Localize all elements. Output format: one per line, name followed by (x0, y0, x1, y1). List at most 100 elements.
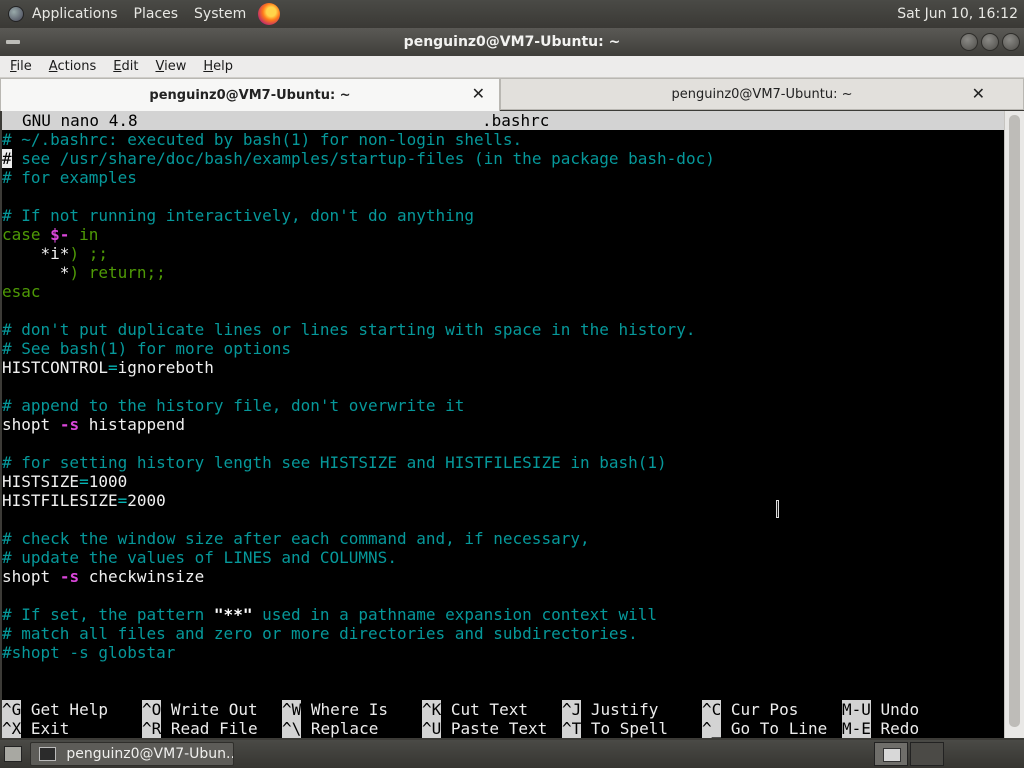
applications-menu-icon[interactable] (8, 6, 24, 22)
shortcut-label: Cur Pos (721, 700, 799, 719)
shortcut-label: Paste Text (441, 719, 548, 738)
shortcut-key: ^_ (702, 719, 722, 738)
shortcut-key: ^G (2, 700, 22, 719)
shortcut-replace: ^\ Replace (282, 719, 378, 738)
editor-line: # append to the history file, don't over… (2, 396, 465, 415)
terminal-icon (39, 747, 57, 761)
shortcut-key: ^T (562, 719, 582, 738)
shortcut-key: M-E (842, 719, 871, 738)
nano-version: GNU nano 4.8 (22, 111, 138, 130)
shortcut-label: Replace (301, 719, 379, 738)
applications-menu[interactable]: Applications (24, 0, 126, 28)
shortcut-key: ^C (702, 700, 722, 719)
editor-line: # see /usr/share/doc/bash/examples/start… (2, 149, 715, 168)
editor-line: # If set, the pattern "**" used in a pat… (2, 605, 658, 624)
shortcut-label: Exit (21, 719, 70, 738)
shortcut-paste-text: ^U Paste Text (422, 719, 547, 738)
clock[interactable]: Sat Jun 10, 16:12 (897, 0, 1018, 28)
firefox-icon[interactable] (258, 3, 281, 25)
system-menu[interactable]: System (186, 0, 254, 28)
shortcut-label: Where Is (301, 700, 388, 719)
editor-line: # update the values of LINES and COLUMNS… (2, 548, 397, 567)
minimize-button[interactable] (960, 33, 978, 51)
editor-line: HISTFILESIZE=2000 (2, 491, 166, 510)
shortcut-justify: ^J Justify (562, 700, 658, 719)
editor-line: *) return;; (59, 263, 166, 282)
tab-terminal-1[interactable]: penguinz0@VM7-Ubuntu: ~ ✕ (0, 78, 500, 111)
shortcut-to-spell: ^T To Spell (562, 719, 668, 738)
shortcut-label: Redo (870, 719, 920, 738)
shortcut-key: M-U (842, 700, 871, 719)
editor-line: # If not running interactively, don't do… (2, 206, 475, 225)
shortcut-key: ^X (2, 719, 22, 738)
nano-header: GNU nano 4.8 .bashrc (2, 111, 1004, 130)
menubar: File Actions Edit View Help (0, 56, 1024, 78)
shortcut-write-out: ^O Write Out (142, 700, 258, 719)
shortcut-label: Go To Line (721, 719, 828, 738)
shortcut-undo: M-U Undo (842, 700, 919, 719)
shortcut-label: Cut Text (441, 700, 528, 719)
editor-line: case $- in (2, 225, 99, 244)
terminal-area[interactable]: GNU nano 4.8 .bashrc # ~/.bashrc: execut… (2, 111, 1004, 738)
shortcut-redo: M-E Redo (842, 719, 919, 738)
editor-line: # check the window size after each comma… (2, 529, 590, 548)
shortcut-cur-pos: ^C Cur Pos (702, 700, 798, 719)
editor-line: # match all files and zero or more direc… (2, 624, 638, 643)
editor-line: # for setting history length see HISTSIZ… (2, 453, 667, 472)
editor-line: # for examples (2, 168, 137, 187)
editor-line: *i*) ;; (40, 244, 108, 263)
tab-terminal-2[interactable]: penguinz0@VM7-Ubuntu: ~ ✕ (500, 78, 1024, 110)
menu-edit[interactable]: Edit (103, 59, 145, 74)
shortcut-read-file: ^R Read File (142, 719, 258, 738)
show-desktop-icon[interactable] (4, 746, 22, 762)
workspace-1[interactable] (874, 742, 908, 766)
editor-line: # ~/.bashrc: executed by bash(1) for non… (2, 130, 523, 149)
shortcut-exit: ^X Exit (2, 719, 69, 738)
places-menu[interactable]: Places (126, 0, 187, 28)
shortcut-key: ^\ (282, 719, 302, 738)
top-panel: Applications Places System Sat Jun 10, 1… (0, 0, 1024, 28)
editor-line: HISTSIZE=1000 (2, 472, 128, 491)
workspace-2[interactable] (910, 742, 944, 766)
shortcut-get-help: ^G Get Help (2, 700, 108, 719)
maximize-button[interactable] (981, 33, 999, 51)
shortcut-label: Undo (870, 700, 920, 719)
terminal-scrollbar[interactable] (1004, 111, 1024, 738)
shortcut-go-to-line: ^_ Go To Line (702, 719, 827, 738)
editor-line: # don't put duplicate lines or lines sta… (2, 320, 696, 339)
nano-shortcuts: ^G Get Help ^X Exit ^O Write Out ^R Read Fi… (2, 700, 1004, 738)
scrollbar-thumb[interactable] (1009, 115, 1020, 727)
window-title: penguinz0@VM7-Ubuntu: ~ (403, 34, 621, 50)
shortcut-label: Read File (161, 719, 258, 738)
shortcut-key: ^J (562, 700, 582, 719)
tab-bar: penguinz0@VM7-Ubuntu: ~ ✕ penguinz0@VM7-… (0, 78, 1024, 111)
editor-line: HISTCONTROL=ignoreboth (2, 358, 214, 377)
shortcut-label: Justify (581, 700, 659, 719)
close-tab-icon[interactable]: ✕ (972, 86, 985, 102)
bottom-panel: penguinz0@VM7-Ubun... (0, 740, 1024, 768)
editor-line: shopt -s checkwinsize (2, 567, 205, 586)
shortcut-label: To Spell (581, 719, 668, 738)
editor-line: # See bash(1) for more options (2, 339, 291, 358)
shortcut-key: ^O (142, 700, 162, 719)
nano-filename: .bashrc (482, 111, 550, 130)
close-tab-icon[interactable]: ✕ (472, 86, 485, 102)
editor-line: esac (2, 282, 41, 301)
menu-file[interactable]: File (0, 59, 39, 74)
shortcut-label: Write Out (161, 700, 258, 719)
shortcut-key: ^U (422, 719, 442, 738)
menu-actions[interactable]: Actions (39, 59, 104, 74)
taskbar-terminal-button[interactable]: penguinz0@VM7-Ubun... (30, 742, 234, 766)
editor-line: shopt -s histappend (2, 415, 186, 434)
editor-line: #shopt -s globstar (2, 643, 176, 662)
close-window-button[interactable] (1002, 33, 1020, 51)
shortcut-key: ^W (282, 700, 302, 719)
tab-label: penguinz0@VM7-Ubuntu: ~ (149, 87, 351, 103)
text-cursor-icon (774, 500, 782, 518)
menu-view[interactable]: View (145, 59, 193, 74)
shortcut-cut-text: ^K Cut Text (422, 700, 528, 719)
taskbar-label: penguinz0@VM7-Ubun... (66, 746, 233, 762)
menu-help[interactable]: Help (193, 59, 240, 74)
window-titlebar[interactable]: penguinz0@VM7-Ubuntu: ~ (0, 28, 1024, 56)
tab-label: penguinz0@VM7-Ubuntu: ~ (671, 86, 853, 102)
